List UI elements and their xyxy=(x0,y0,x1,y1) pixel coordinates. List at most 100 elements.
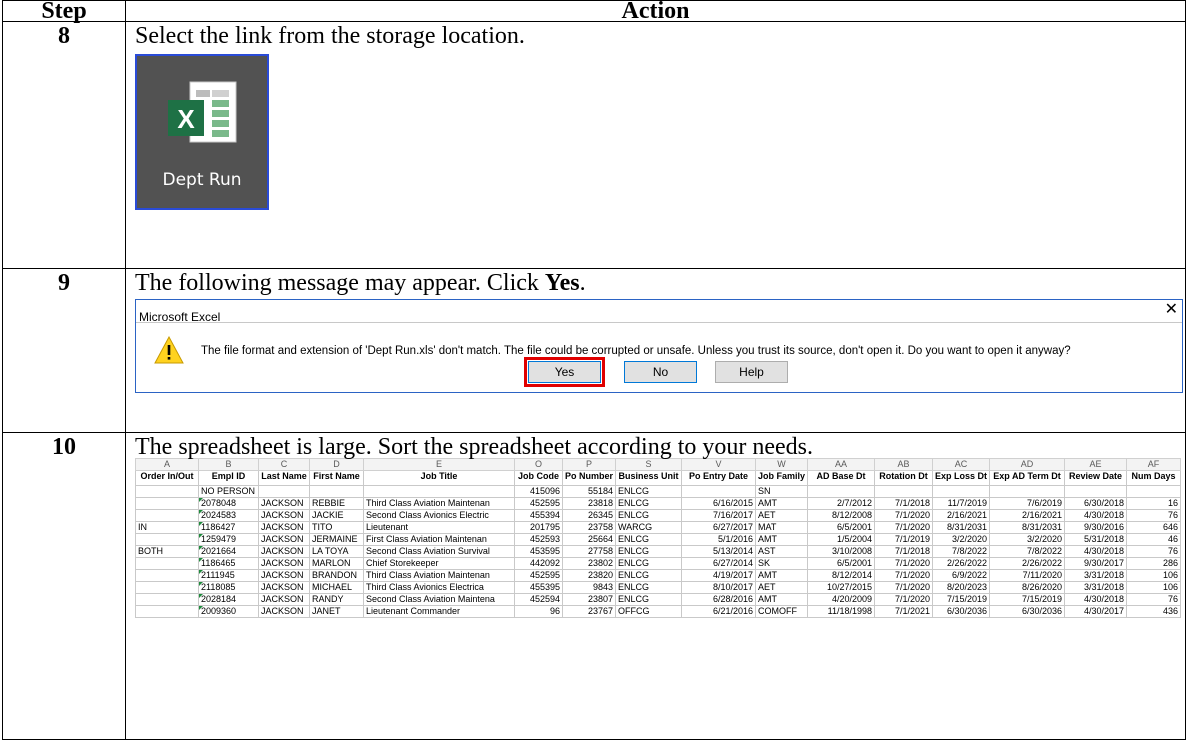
table-cell[interactable] xyxy=(135,533,199,546)
table-cell[interactable]: 9843 xyxy=(561,581,617,594)
table-cell[interactable]: 76 xyxy=(1126,593,1182,606)
table-cell[interactable]: JACKSON xyxy=(258,557,310,570)
table-cell[interactable]: 442092 xyxy=(514,557,563,570)
table-cell[interactable]: 4/30/2018 xyxy=(1064,545,1128,558)
table-cell[interactable]: TITO xyxy=(309,521,364,534)
spreadsheet[interactable]: A B C D E O P S V W AA AB AC AD AE AF Order In/Out Empl I… xyxy=(135,458,1182,618)
column-letter[interactable]: AB xyxy=(874,458,934,471)
table-cell[interactable] xyxy=(681,485,757,498)
table-cell[interactable]: 415096 xyxy=(514,485,563,498)
table-cell[interactable] xyxy=(135,497,199,510)
table-cell[interactable]: ENLCG xyxy=(615,545,683,558)
column-header[interactable]: Exp Loss Dt xyxy=(932,470,991,486)
table-cell[interactable]: 9/30/2017 xyxy=(1064,557,1128,570)
table-cell[interactable] xyxy=(1064,485,1128,498)
table-cell[interactable] xyxy=(135,569,199,582)
table-cell[interactable]: 7/8/2022 xyxy=(989,545,1066,558)
table-cell[interactable]: 7/15/2019 xyxy=(989,593,1066,606)
table-cell[interactable]: AET xyxy=(755,509,809,522)
table-row[interactable]: NO PERSON 415096 55184 ENLCG SN xyxy=(135,485,1182,498)
table-cell[interactable]: AMT xyxy=(755,593,809,606)
table-cell[interactable] xyxy=(363,485,515,498)
table-cell[interactable]: 55184 xyxy=(561,485,617,498)
table-cell[interactable]: 27758 xyxy=(561,545,617,558)
table-cell[interactable]: 6/30/2018 xyxy=(1064,497,1128,510)
table-row[interactable]: 1186465 JACKSON MARLON Chief Storekeeper 442… xyxy=(135,557,1182,570)
table-cell[interactable]: 646 xyxy=(1126,521,1182,534)
column-letter[interactable]: AE xyxy=(1064,458,1128,471)
table-cell[interactable]: ENLCG xyxy=(615,497,683,510)
table-cell[interactable] xyxy=(135,557,199,570)
table-cell[interactable]: 76 xyxy=(1126,545,1182,558)
dept-run-shortcut[interactable]: X Dept Run xyxy=(135,54,269,210)
table-cell[interactable]: SK xyxy=(755,557,809,570)
table-cell[interactable] xyxy=(807,485,876,498)
table-cell[interactable]: 2078048 xyxy=(198,497,259,510)
column-letter[interactable]: AF xyxy=(1126,458,1182,471)
table-cell[interactable]: 1186427 xyxy=(198,521,259,534)
table-cell[interactable]: 436 xyxy=(1126,605,1182,618)
table-row[interactable]: 1259479 JACKSON JERMAINE First Class Aviati… xyxy=(135,533,1182,546)
table-cell[interactable]: 8/12/2008 xyxy=(807,509,876,522)
column-header[interactable]: Rotation Dt xyxy=(874,470,934,486)
table-cell[interactable]: MAT xyxy=(755,521,809,534)
table-cell[interactable]: 6/30/2036 xyxy=(989,605,1066,618)
column-header[interactable]: Po Number xyxy=(561,470,617,486)
table-cell[interactable]: COMOFF xyxy=(755,605,809,618)
column-header[interactable]: Job Family xyxy=(755,470,809,486)
table-cell[interactable]: 1259479 xyxy=(198,533,259,546)
table-cell[interactable]: 23820 xyxy=(561,569,617,582)
table-row[interactable]: BOTH 2021664 JACKSON LA TOYA Second Class Av… xyxy=(135,545,1182,558)
column-header[interactable]: Business Unit xyxy=(615,470,683,486)
table-cell[interactable]: JERMAINE xyxy=(309,533,364,546)
table-cell[interactable]: 7/1/2018 xyxy=(874,497,934,510)
table-cell[interactable]: IN xyxy=(135,521,199,534)
table-cell[interactable]: OFFCG xyxy=(615,605,683,618)
table-cell[interactable] xyxy=(135,509,199,522)
table-cell[interactable]: ENLCG xyxy=(615,533,683,546)
table-cell[interactable]: 2111945 xyxy=(198,569,259,582)
table-cell[interactable]: Third Class Aviation Maintenan xyxy=(363,569,515,582)
table-cell[interactable]: 7/1/2020 xyxy=(874,509,934,522)
table-cell[interactable]: ENLCG xyxy=(615,581,683,594)
table-cell[interactable] xyxy=(989,485,1066,498)
table-row[interactable]: 2118085 JACKSON MICHAEL Third Class Avionic… xyxy=(135,581,1182,594)
table-cell[interactable]: JACKSON xyxy=(258,605,310,618)
table-cell[interactable]: Lieutenant Commander xyxy=(363,605,515,618)
table-cell[interactable]: 4/20/2009 xyxy=(807,593,876,606)
table-cell[interactable]: AMT xyxy=(755,569,809,582)
table-cell[interactable]: Third Class Avionics Electrica xyxy=(363,581,515,594)
table-cell[interactable]: 3/2/2020 xyxy=(932,533,991,546)
table-cell[interactable]: 9/30/2016 xyxy=(1064,521,1128,534)
table-cell[interactable]: 5/31/2018 xyxy=(1064,533,1128,546)
column-letter[interactable]: AA xyxy=(807,458,876,471)
table-cell[interactable]: 8/31/2031 xyxy=(932,521,991,534)
column-header[interactable]: Job Code xyxy=(514,470,563,486)
table-cell[interactable]: 16 xyxy=(1126,497,1182,510)
table-cell[interactable] xyxy=(874,485,934,498)
table-cell[interactable]: 1186465 xyxy=(198,557,259,570)
column-letter[interactable]: AC xyxy=(932,458,991,471)
table-cell[interactable]: 2009360 xyxy=(198,605,259,618)
table-cell[interactable]: JACKSON xyxy=(258,569,310,582)
table-cell[interactable] xyxy=(309,485,364,498)
table-cell[interactable]: 11/7/2019 xyxy=(932,497,991,510)
table-cell[interactable]: 7/1/2020 xyxy=(874,569,934,582)
table-cell[interactable]: 7/8/2022 xyxy=(932,545,991,558)
table-cell[interactable]: 6/16/2015 xyxy=(681,497,757,510)
table-cell[interactable]: 4/19/2017 xyxy=(681,569,757,582)
table-cell[interactable]: RANDY xyxy=(309,593,364,606)
table-cell[interactable]: 7/6/2019 xyxy=(989,497,1066,510)
table-cell[interactable]: 6/30/2036 xyxy=(932,605,991,618)
table-cell[interactable]: 7/1/2018 xyxy=(874,545,934,558)
table-row[interactable]: IN 1186427 JACKSON TITO Lieutenant 201795 2375… xyxy=(135,521,1182,534)
table-cell[interactable]: 7/1/2020 xyxy=(874,557,934,570)
table-cell[interactable] xyxy=(1126,485,1182,498)
table-cell[interactable]: 2/7/2012 xyxy=(807,497,876,510)
table-cell[interactable]: 2/16/2021 xyxy=(989,509,1066,522)
table-cell[interactable]: JACKSON xyxy=(258,581,310,594)
table-cell[interactable]: 455394 xyxy=(514,509,563,522)
table-cell[interactable]: MARLON xyxy=(309,557,364,570)
table-cell[interactable]: SN xyxy=(755,485,809,498)
no-button[interactable]: No xyxy=(624,361,697,383)
